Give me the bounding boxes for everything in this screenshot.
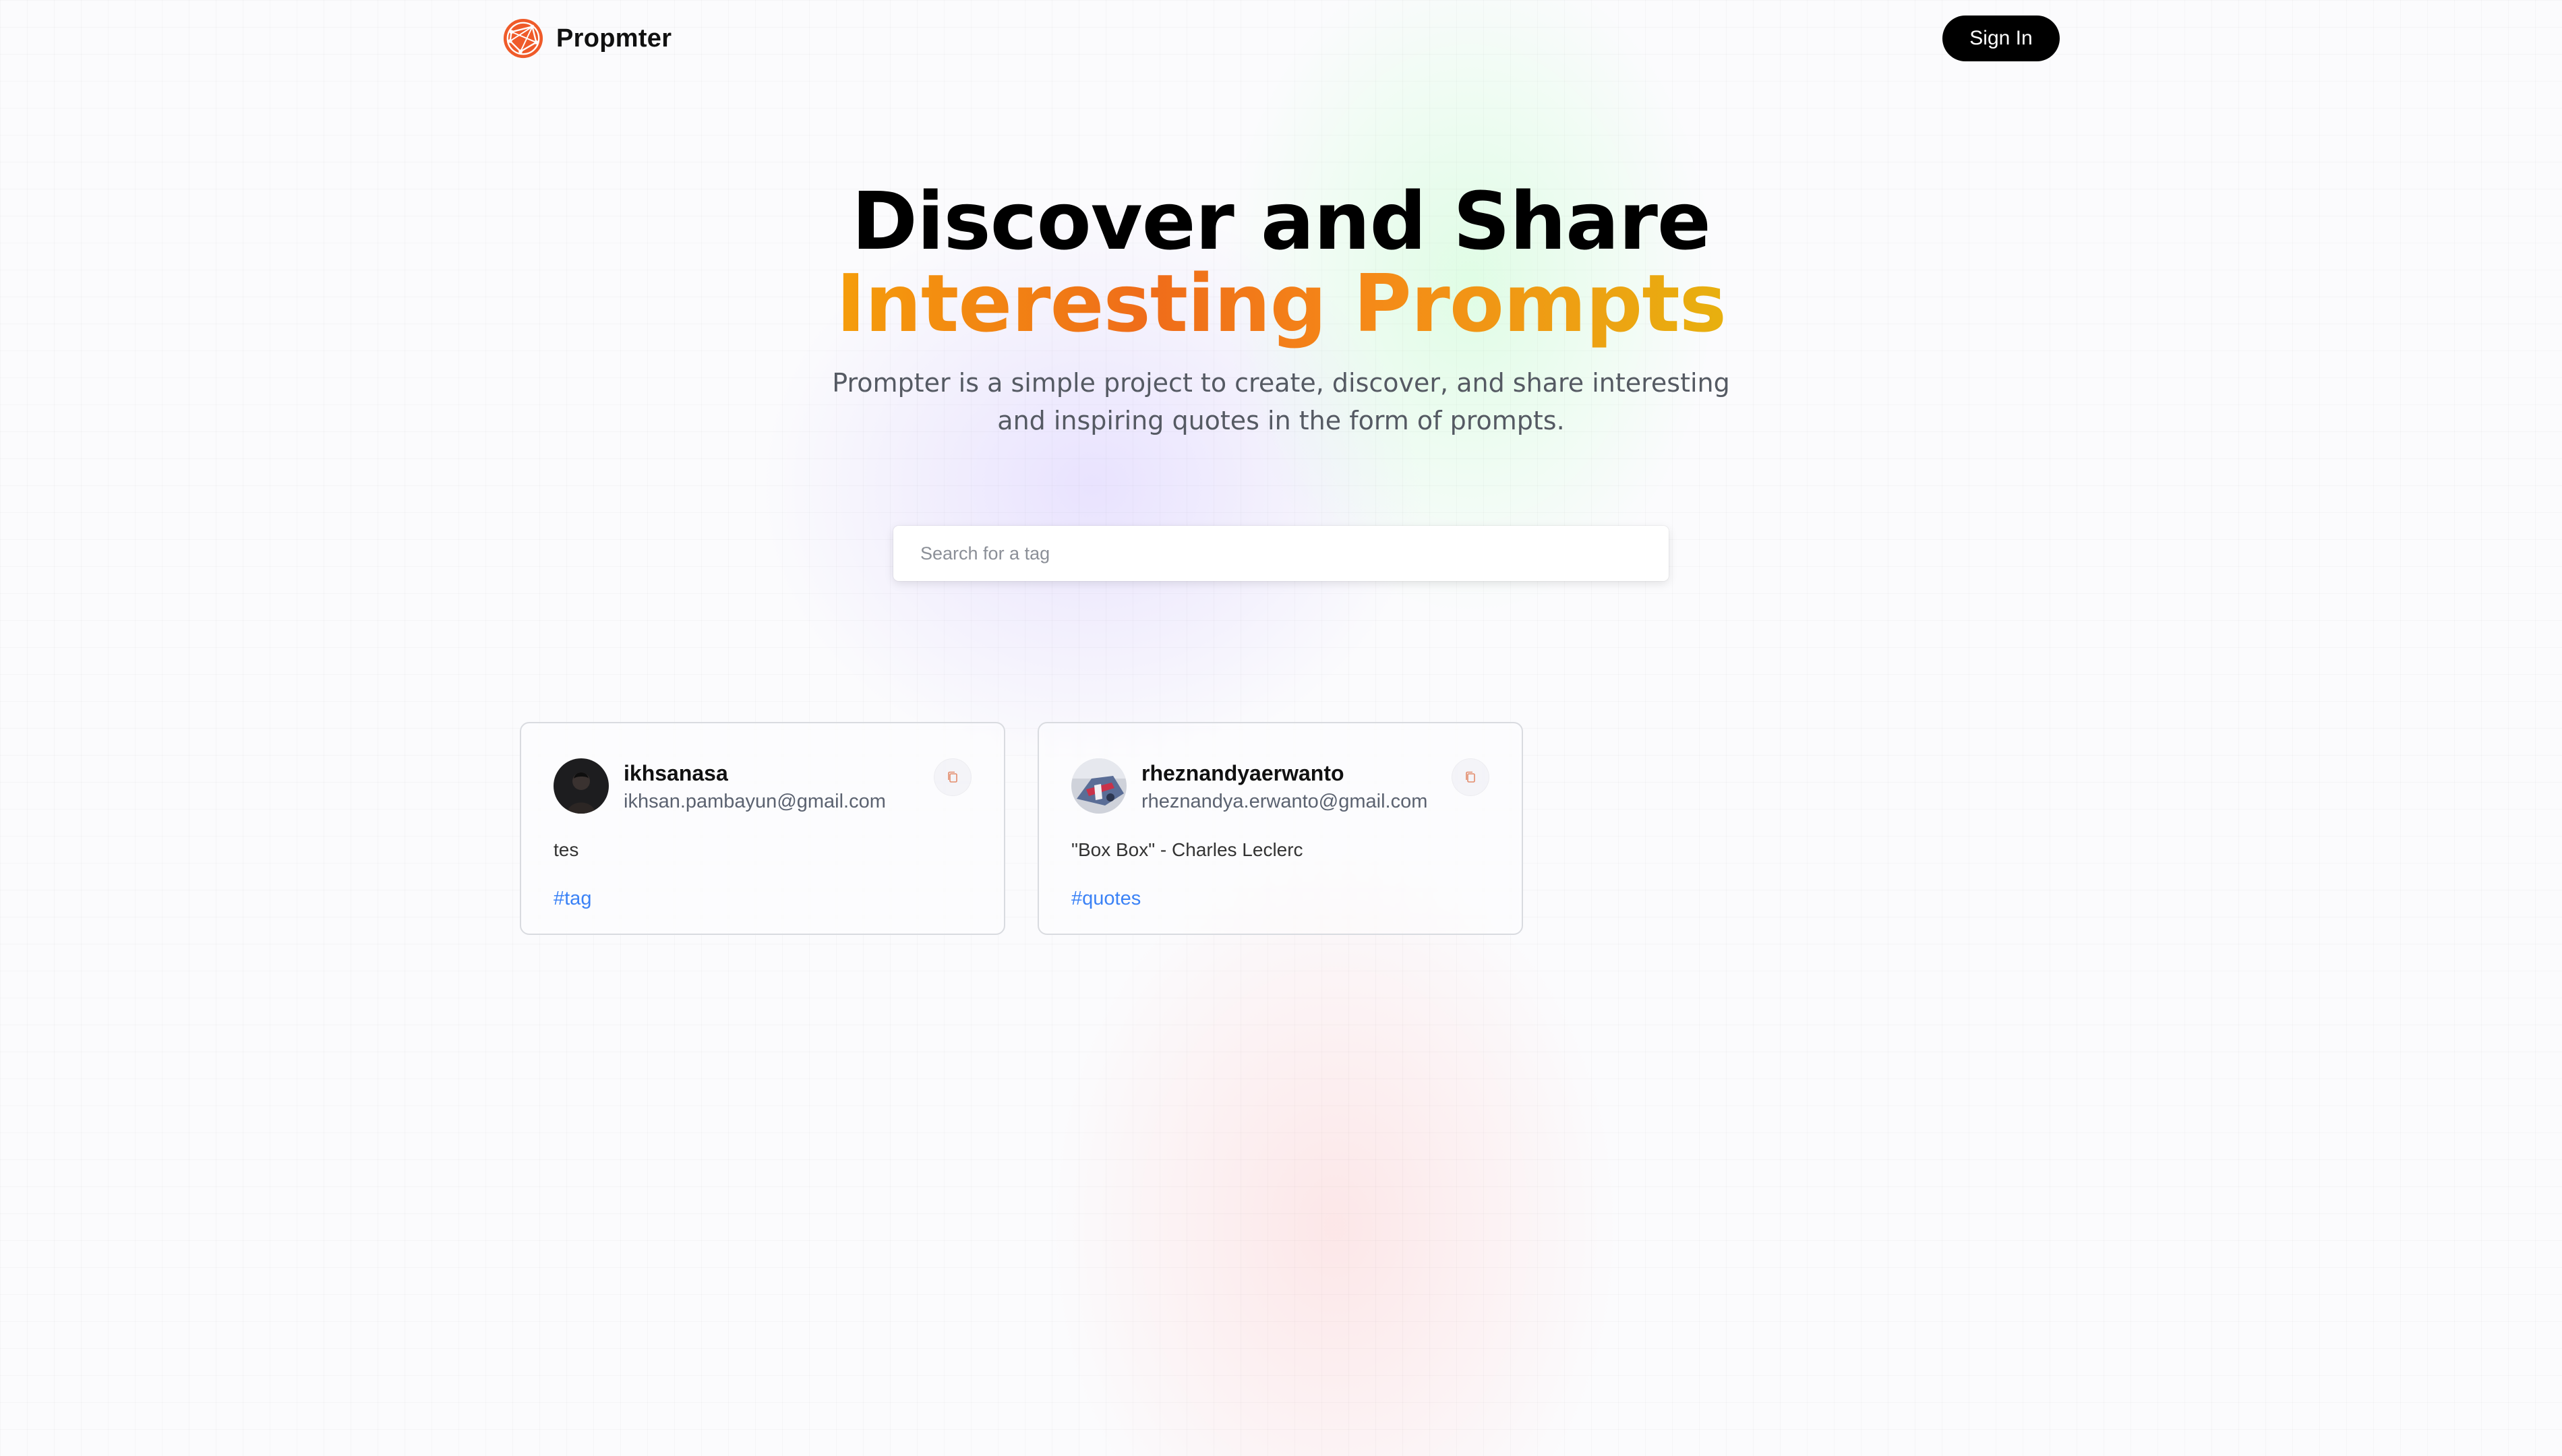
prompt-card: ikhsanasa ikhsan.pambayun@gmail.com tes … [520, 722, 1005, 935]
hero-description: Prompter is a simple project to create, … [832, 368, 1730, 435]
username[interactable]: rheznandyaerwanto [1141, 761, 1344, 786]
prompt-card: rheznandyaerwanto rheznandya.erwanto@gma… [1038, 722, 1523, 935]
hero-title-highlight: Interesting Prompts [835, 257, 1727, 350]
copy-icon [948, 771, 957, 783]
prompt-text: tes [554, 839, 579, 860]
navbar: Propmter Sign In [502, 13, 2060, 66]
user-avatar-image [554, 758, 609, 814]
search-form [893, 526, 1669, 581]
user-email: rheznandya.erwanto@gmail.com [1141, 791, 1428, 812]
sign-in-button[interactable]: Sign In [1942, 16, 2060, 61]
page: Propmter Sign In Discover and Share Inte… [0, 0, 2562, 1456]
search-input[interactable] [893, 526, 1669, 581]
avatar[interactable] [554, 758, 609, 814]
user-email: ikhsan.pambayun@gmail.com [624, 791, 886, 812]
prompt-text: "Box Box" - Charles Leclerc [1071, 839, 1303, 860]
brand-link[interactable]: Propmter [502, 17, 672, 60]
prompt-tag[interactable]: #quotes [1071, 888, 1141, 910]
prompt-tag[interactable]: #tag [554, 888, 591, 910]
copy-button[interactable] [934, 758, 972, 796]
brand-name: Propmter [556, 24, 672, 53]
hero-title-line-2: Interesting Prompts [0, 262, 2562, 345]
copy-icon [1466, 771, 1475, 783]
avatar[interactable] [1071, 758, 1127, 814]
username[interactable]: ikhsanasa [624, 761, 728, 786]
copy-button[interactable] [1452, 758, 1489, 796]
logo-icon [503, 18, 543, 59]
user-avatar-image [1071, 758, 1127, 814]
hero-title-line-1: Discover and Share [852, 175, 1711, 268]
